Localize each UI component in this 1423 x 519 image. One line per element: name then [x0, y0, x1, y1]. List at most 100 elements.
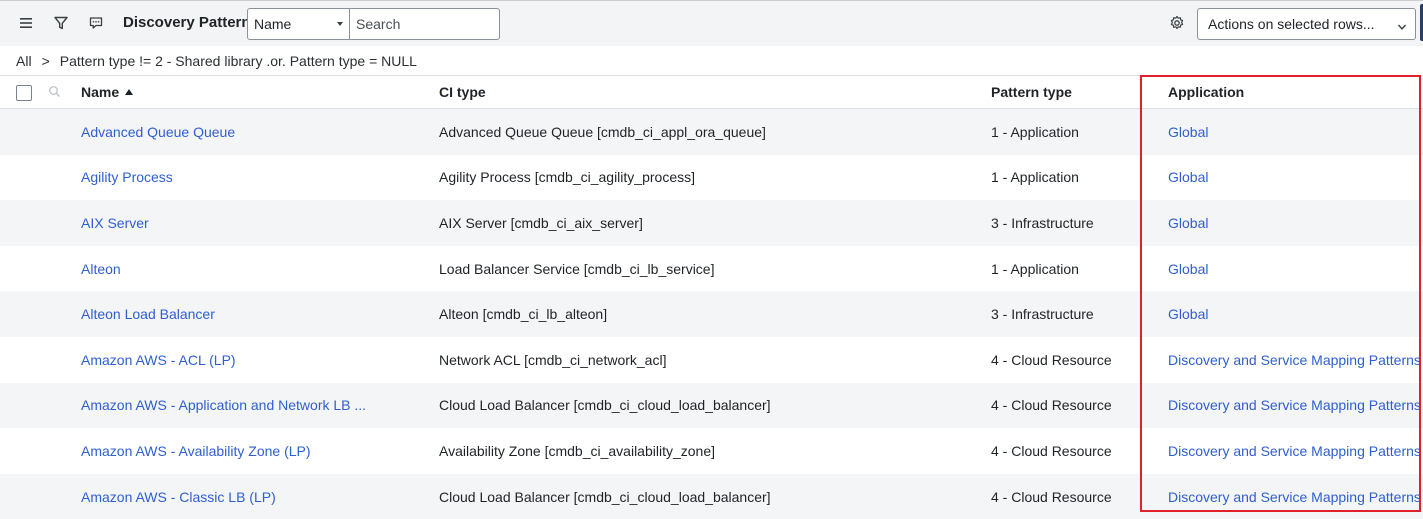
pattern-name-link[interactable]: Amazon AWS - ACL (LP) [81, 352, 236, 368]
ci-type-cell: Alteon [cmdb_ci_lb_alteon] [439, 291, 991, 337]
column-header-name[interactable]: Name [81, 75, 439, 109]
row-spacer-cell [42, 108, 81, 155]
ci-type-cell: AIX Server [cmdb_ci_aix_server] [439, 200, 991, 246]
name-cell: AIX Server [81, 200, 439, 246]
table-row: Amazon AWS - Classic LB (LP) Cloud Load B… [0, 473, 1423, 519]
application-link[interactable]: Global [1168, 169, 1208, 185]
application-cell: Discovery and Service Mapping Patterns [1154, 428, 1423, 474]
select-all-checkbox[interactable] [16, 84, 32, 101]
name-cell: Amazon AWS - Application and Network LB … [81, 382, 439, 429]
ci-type-cell: Load Balancer Service [cmdb_ci_lb_servic… [439, 245, 991, 292]
row-select-cell [0, 108, 42, 155]
application-cell: Global [1154, 291, 1423, 337]
pattern-type-cell: 1 - Application [991, 108, 1154, 155]
row-spacer-cell [42, 382, 81, 429]
page-title: Discovery Patterns [123, 14, 259, 31]
application-link[interactable]: Discovery and Service Mapping Patterns [1168, 352, 1421, 368]
pattern-name-link[interactable]: Alteon Load Balancer [81, 306, 215, 322]
column-search-cell [42, 75, 81, 109]
pattern-name-link[interactable]: Amazon AWS - Classic LB (LP) [81, 489, 276, 505]
column-header-application[interactable]: Application [1154, 75, 1423, 109]
pattern-name-link[interactable]: Advanced Queue Queue [81, 124, 235, 140]
ci-type-cell: Agility Process [cmdb_ci_agility_process… [439, 154, 991, 201]
column-header-pattern-type-label: Pattern type [991, 84, 1072, 100]
ci-type-cell: Availability Zone [cmdb_ci_availability_… [439, 428, 991, 474]
row-spacer-cell [42, 336, 81, 383]
pattern-type-cell: 3 - Infrastructure [991, 200, 1154, 246]
breadcrumb-all-link[interactable]: All [16, 53, 32, 69]
pattern-name-link[interactable]: Alteon [81, 261, 121, 277]
column-header-ci-type[interactable]: CI type [439, 75, 991, 109]
name-cell: Alteon [81, 245, 439, 292]
caret-down-icon [337, 22, 343, 26]
table-row: Amazon AWS - ACL (LP) Network ACL [cmdb_c… [0, 336, 1423, 383]
patterns-table: Name CI type Pattern type Application Ad… [0, 75, 1423, 519]
pattern-type-cell: 3 - Infrastructure [991, 291, 1154, 337]
pattern-type-cell: 4 - Cloud Resource [991, 473, 1154, 519]
name-cell: Alteon Load Balancer [81, 291, 439, 337]
column-search-icon[interactable] [48, 85, 61, 101]
sort-ascending-icon [125, 89, 134, 95]
ci-type-cell: Cloud Load Balancer [cmdb_ci_cloud_load_… [439, 473, 991, 519]
pattern-type-cell: 1 - Application [991, 154, 1154, 201]
pattern-type-cell: 4 - Cloud Resource [991, 336, 1154, 383]
table-row: Advanced Queue Queue Advanced Queue Queue… [0, 108, 1423, 155]
table-row: Amazon AWS - Availability Zone (LP) Avail… [0, 428, 1423, 474]
row-select-cell [0, 245, 42, 292]
ci-type-cell: Network ACL [cmdb_ci_network_acl] [439, 336, 991, 383]
name-cell: Agility Process [81, 154, 439, 201]
application-link[interactable]: Global [1168, 215, 1208, 231]
pattern-type-cell: 4 - Cloud Resource [991, 382, 1154, 429]
row-spacer-cell [42, 473, 81, 519]
pattern-name-link[interactable]: Amazon AWS - Application and Network LB … [81, 397, 366, 413]
application-link[interactable]: Discovery and Service Mapping Patterns [1168, 443, 1421, 459]
search-input[interactable] [350, 8, 500, 40]
name-cell: Amazon AWS - Availability Zone (LP) [81, 428, 439, 474]
ci-type-cell: Advanced Queue Queue [cmdb_ci_appl_ora_q… [439, 108, 991, 155]
actions-select-value: Actions on selected rows... [1208, 16, 1375, 32]
table-row: Amazon AWS - Application and Network LB … [0, 382, 1423, 429]
pattern-name-link[interactable]: AIX Server [81, 215, 149, 231]
name-cell: Amazon AWS - ACL (LP) [81, 336, 439, 383]
application-cell: Global [1154, 154, 1423, 201]
column-header-name-label: Name [81, 84, 120, 100]
row-select-cell [0, 428, 42, 474]
table-row: AIX Server AIX Server [cmdb_ci_aix_server… [0, 200, 1423, 246]
name-cell: Amazon AWS - Classic LB (LP) [81, 473, 439, 519]
breadcrumb: All > Pattern type != 2 - Shared library .… [16, 53, 417, 69]
row-spacer-cell [42, 291, 81, 337]
row-spacer-cell [42, 245, 81, 292]
column-header-application-label: Application [1168, 84, 1245, 100]
comment-icon[interactable] [84, 11, 108, 35]
gear-icon[interactable] [1165, 11, 1189, 35]
breadcrumb-separator: > [41, 53, 50, 69]
list-header-bar: Discovery Patterns Name Actions on selec… [0, 0, 1423, 46]
search-field-value: Name [254, 16, 292, 32]
actions-select[interactable]: Actions on selected rows... [1197, 8, 1416, 40]
row-spacer-cell [42, 428, 81, 474]
breadcrumb-condition-link[interactable]: Pattern type != 2 - Shared library .or. … [60, 53, 417, 69]
application-cell: Discovery and Service Mapping Patterns [1154, 473, 1423, 519]
application-link[interactable]: Global [1168, 306, 1208, 322]
row-select-cell [0, 200, 42, 246]
row-spacer-cell [42, 154, 81, 201]
pattern-type-cell: 1 - Application [991, 245, 1154, 292]
application-link[interactable]: Discovery and Service Mapping Patterns [1168, 397, 1421, 413]
select-all-cell [0, 75, 42, 109]
pattern-name-link[interactable]: Amazon AWS - Availability Zone (LP) [81, 443, 311, 459]
row-select-cell [0, 154, 42, 201]
menu-icon[interactable] [14, 11, 38, 35]
column-header-pattern-type[interactable]: Pattern type [991, 75, 1154, 109]
application-link[interactable]: Global [1168, 261, 1208, 277]
row-select-cell [0, 291, 42, 337]
pattern-type-cell: 4 - Cloud Resource [991, 428, 1154, 474]
filter-icon[interactable] [49, 11, 73, 35]
search-field-select[interactable]: Name [247, 8, 350, 40]
chevron-down-icon [1397, 19, 1407, 35]
application-cell: Discovery and Service Mapping Patterns [1154, 382, 1423, 429]
application-link[interactable]: Global [1168, 124, 1208, 140]
application-cell: Discovery and Service Mapping Patterns [1154, 336, 1423, 383]
application-link[interactable]: Discovery and Service Mapping Patterns [1168, 489, 1421, 505]
pattern-name-link[interactable]: Agility Process [81, 169, 173, 185]
row-select-cell [0, 382, 42, 429]
